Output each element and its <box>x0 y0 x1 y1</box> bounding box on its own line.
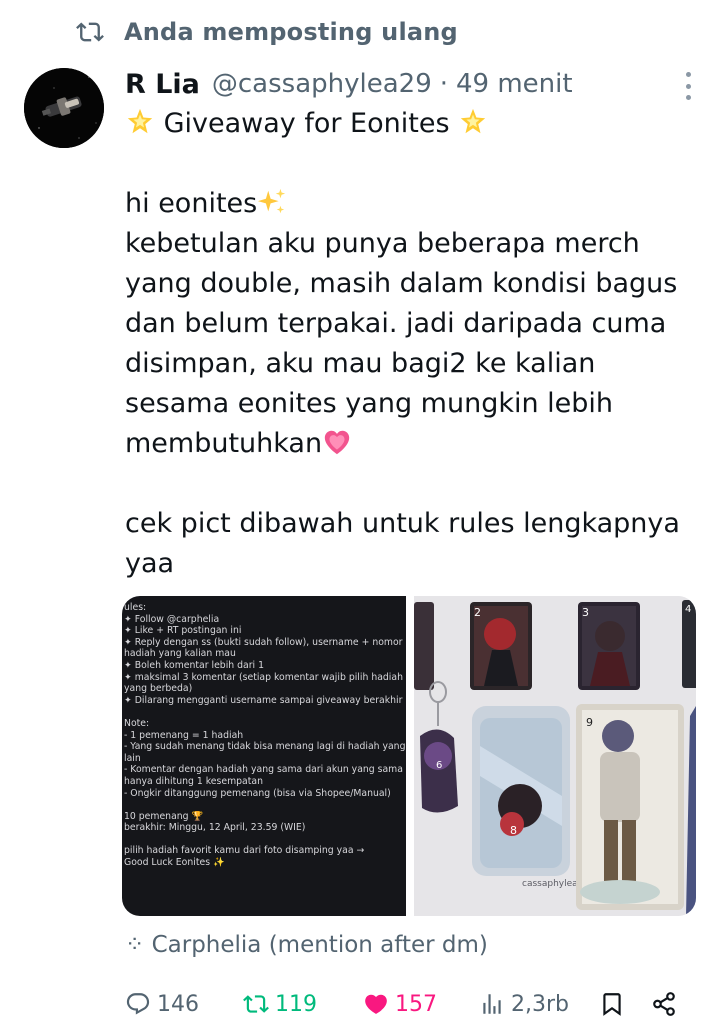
repost-icon <box>243 995 269 1013</box>
card-number: 3 <box>582 606 589 619</box>
author-name[interactable]: R Lia <box>125 69 200 100</box>
tweet-line: yang double, masih dalam kondisi bagus <box>125 268 678 299</box>
mention-note: ⁘ Carphelia (mention after dm) <box>125 932 488 958</box>
tweet-line: Giveaway for Eonites <box>125 104 705 144</box>
tweet-line: disimpan, aku mau bagi2 ke kalian <box>125 348 596 379</box>
author-handle[interactable]: @cassaphylea29 <box>212 69 432 99</box>
repost-label: Anda memposting ulang <box>124 18 458 46</box>
rules-line <box>124 706 406 718</box>
card-number: 8 <box>510 824 517 837</box>
views-button[interactable]: 2,3rb <box>479 984 569 1024</box>
tweet-text: Giveaway for Eonites hi eonites kebetula… <box>125 104 705 584</box>
separator-dot: · <box>439 69 448 99</box>
tweet-header: R Lia @cassaphylea29 · 49 menit <box>125 64 700 104</box>
like-count: 157 <box>395 991 437 1017</box>
tweet-line-text: membutuhkan <box>125 428 323 459</box>
tweet-line: kebetulan aku punya beberapa merch <box>125 228 640 259</box>
media-gallery: ules: ✦ Follow @carphelia ✦ Like + RT post… <box>122 596 696 916</box>
rules-line: ules: <box>124 602 147 613</box>
tweet-line: membutuhkan <box>125 424 705 464</box>
tweet-line: dan belum terpakai. jadi daripada cuma <box>125 308 667 339</box>
repost-count: 119 <box>275 991 317 1017</box>
rules-line: Good Luck Eonites ✨ <box>124 857 225 869</box>
avatar-image <box>24 68 104 148</box>
giveaway-title: Giveaway for Eonites <box>163 108 450 139</box>
more-options-icon[interactable] <box>678 72 698 100</box>
bookmark-button[interactable] <box>599 984 625 1024</box>
rules-line: 10 pemenang 🏆 <box>124 810 204 822</box>
avatar[interactable] <box>24 68 104 148</box>
repost-icon <box>76 22 104 42</box>
rules-line: - Ongkir ditanggung pemenang (bisa via S… <box>124 787 391 799</box>
reply-button[interactable]: 146 <box>125 984 199 1024</box>
rules-line <box>124 799 406 811</box>
rules-line <box>124 834 406 846</box>
card-number: 4 <box>685 604 691 615</box>
reply-icon <box>126 993 150 1015</box>
rules-line: pilih hadiah favorit kamu dari foto disa… <box>124 845 365 857</box>
acrylic-standee-9: 9 <box>576 704 684 910</box>
rules-line: ✦ Boleh komentar lebih dari 1 <box>124 659 264 671</box>
rules-line: - Komentar dengan hadiah yang sama dari … <box>124 764 403 776</box>
card-number: 6 <box>436 760 442 771</box>
rules-line: ✦ Follow @carphelia <box>124 613 220 625</box>
rules-line: - Yang sudah menang tidak bisa menang la… <box>124 741 406 753</box>
photocard-3: 3 <box>578 602 640 690</box>
greeting-text: hi eonites <box>125 188 258 219</box>
rules-text: ules: ✦ Follow @carphelia ✦ Like + RT post… <box>124 602 406 869</box>
rules-line: ✦ maksimal 3 komentar (setiap komentar w… <box>124 671 403 683</box>
photocard-4: 4 <box>682 600 696 688</box>
holographic-pouch-8: 8 <box>472 706 570 876</box>
tweet-line: yaa <box>125 548 175 579</box>
reposted-indicator: Anda memposting ulang <box>76 16 458 48</box>
reply-count: 146 <box>157 991 199 1017</box>
bookmark-icon <box>603 993 621 1016</box>
tweet-line: sesama eonites yang mungkin lebih <box>125 388 614 419</box>
card-number: 9 <box>586 716 593 729</box>
timestamp[interactable]: 49 menit <box>456 69 573 99</box>
tweet-line: cek pict dibawah untuk rules lengkapnya <box>125 508 680 539</box>
rules-line: hadiah yang kalian mau <box>124 648 236 660</box>
growing-heart-icon <box>324 430 350 455</box>
photocard-2: 2 <box>470 602 532 690</box>
glowing-star-icon <box>460 108 486 134</box>
sparkles-icon <box>258 188 286 214</box>
card-number: 2 <box>474 606 481 619</box>
rules-image[interactable]: ules: ✦ Follow @carphelia ✦ Like + RT post… <box>122 596 406 916</box>
rules-line: ✦ Like + RT postingan ini <box>124 625 242 637</box>
share-icon <box>653 992 675 1016</box>
rules-line: Note: <box>124 717 150 729</box>
merch-photo-image: 2 3 4 6 8 cassaphylea29 9 <box>414 596 696 916</box>
glowing-star-icon <box>127 108 153 134</box>
tweet-line: hi eonites <box>125 184 705 224</box>
rules-line: - 1 pemenang = 1 hadiah <box>124 729 244 741</box>
heart-icon <box>365 994 387 1014</box>
share-button[interactable] <box>651 984 677 1024</box>
views-count: 2,3rb <box>511 991 569 1017</box>
rules-line: yang berbeda) <box>124 683 193 695</box>
views-icon <box>483 994 501 1014</box>
rules-line: lain <box>124 752 141 764</box>
merch-photo[interactable]: 2 3 4 6 8 cassaphylea29 9 <box>414 596 696 916</box>
rules-line: ✦ Dilarang mengganti username sampai giv… <box>124 694 403 706</box>
like-button[interactable]: 157 <box>363 984 437 1024</box>
rules-line: berakhir: Minggu, 12 April, 23.59 (WIE) <box>124 822 306 834</box>
repost-button[interactable]: 119 <box>243 984 317 1024</box>
rules-line: ✦ Reply dengan ss (bukti sudah follow), … <box>124 636 403 648</box>
action-bar: 146 119 157 2,3rb <box>125 984 685 1024</box>
rules-line: hanya dihitung 1 kesempatan <box>124 775 263 787</box>
